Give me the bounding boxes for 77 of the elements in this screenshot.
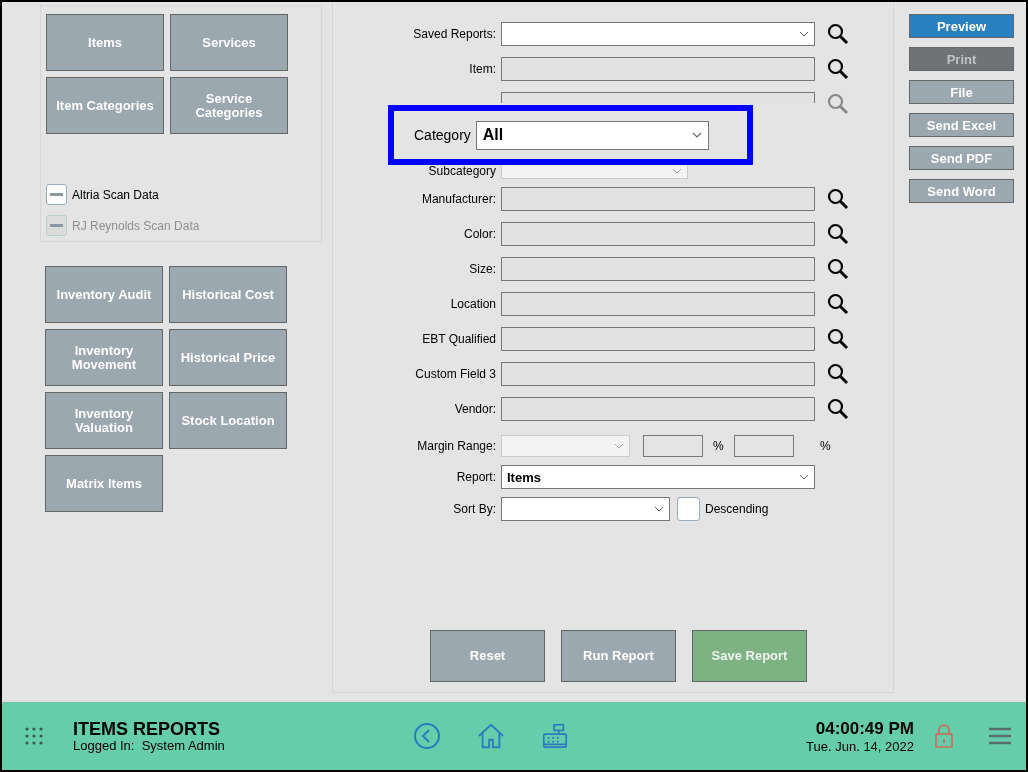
field-label: Subcategory <box>428 164 496 178</box>
field-label: Manufacturer: <box>421 192 496 206</box>
inventory-report-button[interactable]: Inventory Movement <box>45 329 163 386</box>
checkbox-label: Descending <box>705 502 769 516</box>
inventory-report-button[interactable]: Historical Price <box>169 329 287 386</box>
field-label: Report: <box>456 470 496 484</box>
checkbox[interactable] <box>46 184 67 205</box>
chevron-icon <box>654 506 664 512</box>
field-label: EBT Qualified <box>422 332 496 346</box>
input-field[interactable] <box>501 187 815 211</box>
search-icon[interactable] <box>827 58 849 80</box>
input-field[interactable] <box>643 435 703 457</box>
field-label: Item: <box>469 62 496 76</box>
checkbox[interactable] <box>677 497 700 521</box>
input-field[interactable] <box>501 292 815 316</box>
search-icon[interactable] <box>827 23 849 45</box>
output-button[interactable]: Send Excel <box>909 113 1014 137</box>
output-button[interactable]: File <box>909 80 1014 104</box>
input-field[interactable] <box>501 362 815 386</box>
search-icon[interactable] <box>827 293 849 315</box>
input-field[interactable] <box>501 257 815 281</box>
report-type-button[interactable]: Items <box>46 14 164 71</box>
cash-register-icon[interactable] <box>541 722 569 750</box>
inventory-report-button[interactable]: Inventory Valuation <box>45 392 163 449</box>
lock-icon[interactable] <box>934 723 954 749</box>
field-label: Size: <box>469 262 496 276</box>
field-label: Saved Reports: <box>413 27 496 41</box>
report-type-button[interactable]: Item Categories <box>46 77 164 134</box>
field-label: Category <box>414 127 471 143</box>
clock-date: Tue. Jun. 14, 2022 <box>806 738 914 754</box>
input-field[interactable] <box>501 327 815 351</box>
action-button[interactable]: Reset <box>430 630 545 682</box>
dropdown[interactable]: Items <box>501 465 815 489</box>
field-label: Location <box>450 297 496 311</box>
logged-in-user: Logged In: System Admin <box>73 737 226 753</box>
chevron-icon <box>799 474 809 480</box>
clock-time: 04:00:49 PM <box>815 718 914 739</box>
search-icon[interactable] <box>827 188 849 210</box>
output-button[interactable]: Preview <box>909 14 1014 38</box>
inventory-report-button[interactable]: Inventory Audit <box>45 266 163 323</box>
chevron-icon <box>691 132 702 138</box>
inventory-report-button[interactable]: Stock Location <box>169 392 287 449</box>
chevron-icon <box>672 167 682 174</box>
search-icon[interactable] <box>827 223 849 245</box>
search-icon[interactable] <box>827 258 849 280</box>
checkbox-label: Altria Scan Data <box>72 187 159 202</box>
input-field[interactable] <box>501 92 815 103</box>
field-label: Custom Field 3 <box>415 367 496 381</box>
report-type-button[interactable]: Services <box>170 14 288 71</box>
field-label: Vendor: <box>454 402 496 416</box>
field-label: Sort By: <box>453 502 496 516</box>
dropdown[interactable] <box>501 497 670 521</box>
input-field[interactable] <box>501 57 815 81</box>
menu-icon[interactable] <box>988 726 1012 746</box>
inventory-report-button[interactable]: Matrix Items <box>45 455 163 512</box>
output-button[interactable]: Send PDF <box>909 146 1014 170</box>
action-button[interactable]: Run Report <box>561 630 676 682</box>
input-field[interactable] <box>501 397 815 421</box>
dropdown[interactable] <box>501 22 815 46</box>
input-field[interactable] <box>734 435 794 457</box>
search-icon[interactable] <box>827 328 849 350</box>
search-icon[interactable] <box>827 363 849 385</box>
back-icon[interactable] <box>413 722 441 750</box>
checkbox-label: RJ Reynolds Scan Data <box>72 218 200 233</box>
chevron-icon <box>614 443 624 449</box>
output-button[interactable]: Send Word <box>909 179 1014 203</box>
chevron-icon <box>799 31 809 37</box>
report-type-button[interactable]: Service Categories <box>170 77 288 134</box>
search-icon[interactable] <box>827 398 849 420</box>
home-icon[interactable] <box>477 722 505 750</box>
input-field[interactable] <box>501 222 815 246</box>
field-label: Color: <box>464 227 496 241</box>
screen-title: ITEMS REPORTS <box>73 719 221 738</box>
field-label: Margin Range: <box>417 439 496 453</box>
apps-grid-icon[interactable] <box>24 726 44 746</box>
inventory-report-button[interactable]: Historical Cost <box>169 266 287 323</box>
category-dropdown[interactable]: All <box>475 120 709 150</box>
